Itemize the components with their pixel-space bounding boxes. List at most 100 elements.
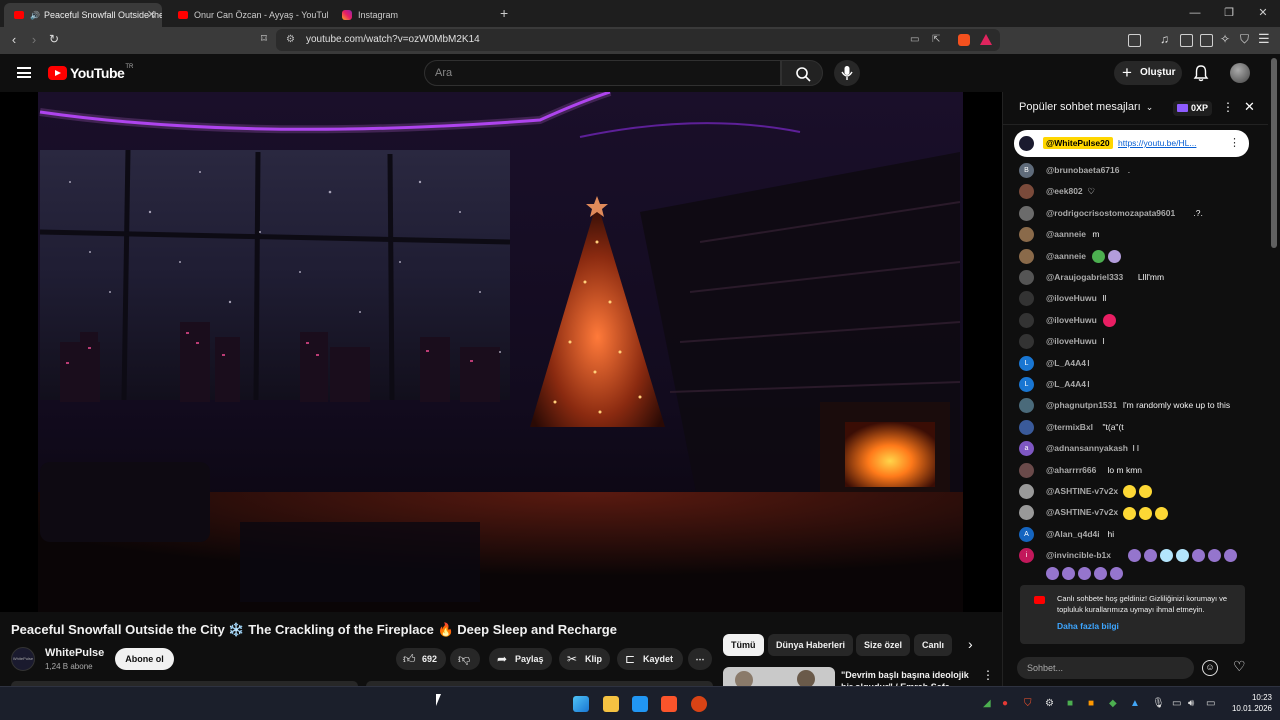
channel-avatar[interactable]: WhitePulse xyxy=(11,647,35,671)
save-button[interactable]: ⊏ Kaydet xyxy=(617,648,683,670)
chat-author-name[interactable]: @ASHTINE-v7v2x xyxy=(1046,504,1118,520)
tray-icon-3[interactable]: ⛉ xyxy=(1024,698,1032,709)
share-page-icon[interactable]: ⇱ xyxy=(932,29,940,51)
dislike-button[interactable]: 👎︎ xyxy=(450,648,480,670)
file-explorer-icon[interactable] xyxy=(603,696,619,712)
search-input[interactable]: Ara xyxy=(424,60,781,86)
restore-button[interactable]: ❐ xyxy=(1212,0,1246,27)
chat-author-name[interactable]: @aanneie xyxy=(1046,248,1086,264)
forward-icon[interactable]: › xyxy=(26,32,42,47)
channel-name[interactable]: WhitePulse xyxy=(45,647,104,659)
reload-icon[interactable]: ↻ xyxy=(46,32,62,46)
chip-world-news[interactable]: Dünya Haberleri xyxy=(768,634,854,656)
learn-more-link[interactable]: Daha fazla bilgi xyxy=(1057,621,1119,631)
tab-active[interactable]: 🔊 Peaceful Snowfall Outside the ✕ xyxy=(4,3,162,27)
chat-author-name[interactable]: @phagnutpn1531 xyxy=(1046,397,1117,413)
create-button[interactable]: + Oluştur xyxy=(1114,61,1182,85)
tray-icon-6[interactable]: ■ xyxy=(1088,698,1094,709)
notifications-bell-icon[interactable] xyxy=(1193,64,1209,85)
page-scrollbar[interactable] xyxy=(1268,54,1280,686)
chat-author-name[interactable]: @adnansannyakash xyxy=(1046,440,1128,456)
clip-button[interactable]: ✂ Klip xyxy=(559,648,610,670)
site-settings-icon[interactable]: ⚙ xyxy=(286,29,295,51)
chip-live[interactable]: Canlı xyxy=(914,634,953,656)
chat-author-name[interactable]: @eek802 xyxy=(1046,183,1083,199)
menu-icon[interactable]: ☰ xyxy=(1258,31,1270,47)
share-button[interactable]: ➦ Paylaş xyxy=(489,648,552,670)
chat-author-name[interactable]: @ASHTINE-v7v2x xyxy=(1046,483,1118,499)
search-button[interactable] xyxy=(781,60,823,86)
chat-author-name[interactable]: @aanneie xyxy=(1046,226,1086,242)
chat-more-icon[interactable]: ⋮ xyxy=(1222,100,1234,114)
tray-icon-2[interactable]: ● xyxy=(1002,698,1008,709)
cast-icon[interactable]: ▭ xyxy=(910,29,919,51)
screenshot-icon[interactable] xyxy=(1128,34,1141,47)
windows-start-icon[interactable] xyxy=(573,696,589,712)
tray-icon-7[interactable]: ◆ xyxy=(1109,698,1117,709)
chat-author-name[interactable]: @Alan_q4d4i xyxy=(1046,526,1100,542)
recommendation-more-icon[interactable]: ⋮ xyxy=(982,668,994,682)
chip-all[interactable]: Tümü xyxy=(723,634,764,656)
chat-mode-dropdown[interactable]: Popüler sohbet mesajları ⌄ xyxy=(1019,101,1153,113)
pinned-message[interactable]: @WhitePulse20 https://youtu.be/HL... ⋮ xyxy=(1014,130,1249,157)
chat-author-name[interactable]: @Araujogabriel333 xyxy=(1046,269,1123,285)
hamburger-menu-icon[interactable] xyxy=(17,67,31,78)
chat-author-name[interactable]: @termixBxl xyxy=(1046,419,1093,435)
scrollbar-thumb[interactable] xyxy=(1271,58,1277,248)
tab-instagram[interactable]: Instagram xyxy=(332,3,492,27)
heart-reaction-icon[interactable]: ♡ xyxy=(1233,658,1246,675)
recommendation-thumbnail[interactable] xyxy=(723,667,835,686)
chat-author-name[interactable]: @brunobaeta6716 xyxy=(1046,162,1119,178)
emoji-picker-icon[interactable]: ☺ xyxy=(1202,660,1218,676)
system-clock[interactable]: 10:23 10.01.2026 xyxy=(1228,692,1272,714)
chat-author-name[interactable]: @iloveHuwu xyxy=(1046,312,1097,328)
network-icon[interactable]: ▭ xyxy=(1172,698,1181,709)
chat-author-name[interactable]: @invincible-b1x xyxy=(1046,547,1111,563)
vpn-shield-icon[interactable]: ⛉ xyxy=(1240,32,1249,47)
pinned-more-icon[interactable]: ⋮ xyxy=(1229,136,1240,149)
new-tab-button[interactable]: + xyxy=(500,5,508,21)
tray-icon-5[interactable]: ■ xyxy=(1067,698,1073,709)
chat-input[interactable]: Sohbet... xyxy=(1017,657,1194,679)
tray-icon-4[interactable]: ⚙ xyxy=(1045,698,1054,709)
url-input[interactable]: ⚙ youtube.com/watch?v=ozW0MbM2K14 ▭ ⇱ xyxy=(276,29,1000,51)
photos-icon[interactable] xyxy=(632,696,648,712)
voice-search-button[interactable] xyxy=(834,60,860,86)
brave-shield-icon[interactable] xyxy=(958,34,970,46)
chat-author-name[interactable]: @L_A4A4 xyxy=(1046,355,1086,371)
sidebar-icon[interactable] xyxy=(1180,34,1193,47)
more-actions-button[interactable]: ⋯ xyxy=(688,648,712,670)
media-icon[interactable]: ♫ xyxy=(1160,32,1169,46)
tab-onur-can[interactable]: Onur Can Özcan - Ayyaş - YouTube xyxy=(168,3,328,27)
brave-browser-icon[interactable] xyxy=(661,696,677,712)
close-window-button[interactable]: ✕ xyxy=(1246,0,1280,27)
points-badge[interactable]: 0XP xyxy=(1173,101,1213,116)
app-icon[interactable] xyxy=(691,696,707,712)
chat-author-name[interactable]: @L_A4A4 xyxy=(1046,376,1086,392)
youtube-logo[interactable]: YouTube TR xyxy=(48,64,133,81)
account-avatar[interactable] xyxy=(1230,63,1250,83)
chat-author-name[interactable]: @iloveHuwu xyxy=(1046,333,1097,349)
microphone-tray-icon[interactable]: 🎙︎ xyxy=(1152,698,1165,709)
chat-author-name[interactable]: @rodrigocrisostomozapata9601 xyxy=(1046,205,1175,221)
chip-for-you[interactable]: Size özel xyxy=(856,634,911,656)
video-player[interactable] xyxy=(0,92,1002,612)
chat-author-name[interactable]: @aharrrr666 xyxy=(1046,462,1096,478)
subscribe-button[interactable]: Abone ol xyxy=(115,648,174,670)
wallet-icon[interactable] xyxy=(1200,34,1213,47)
tab-close-icon[interactable]: ✕ xyxy=(147,8,156,21)
leo-ai-icon[interactable]: ✧ xyxy=(1220,32,1230,46)
minimize-button[interactable]: — xyxy=(1178,0,1212,27)
tray-icon-1[interactable]: ◢ xyxy=(983,698,991,709)
chat-author-name[interactable]: @iloveHuwu xyxy=(1046,290,1097,306)
volume-icon[interactable]: 🔊︎ xyxy=(1188,698,1194,709)
like-button[interactable]: 👍︎ 692 xyxy=(396,648,446,670)
back-icon[interactable]: ‹ xyxy=(6,32,22,47)
speaker-icon[interactable]: 🔊 xyxy=(30,11,40,20)
tray-icon-8[interactable]: ▲ xyxy=(1130,698,1140,709)
chat-close-icon[interactable]: ✕ xyxy=(1244,99,1255,115)
bookmark-icon[interactable]: ⌑ xyxy=(256,32,272,45)
chips-next-icon[interactable]: › xyxy=(968,636,973,652)
brave-rewards-icon[interactable] xyxy=(980,34,992,45)
battery-icon[interactable]: ▭ xyxy=(1206,698,1215,709)
